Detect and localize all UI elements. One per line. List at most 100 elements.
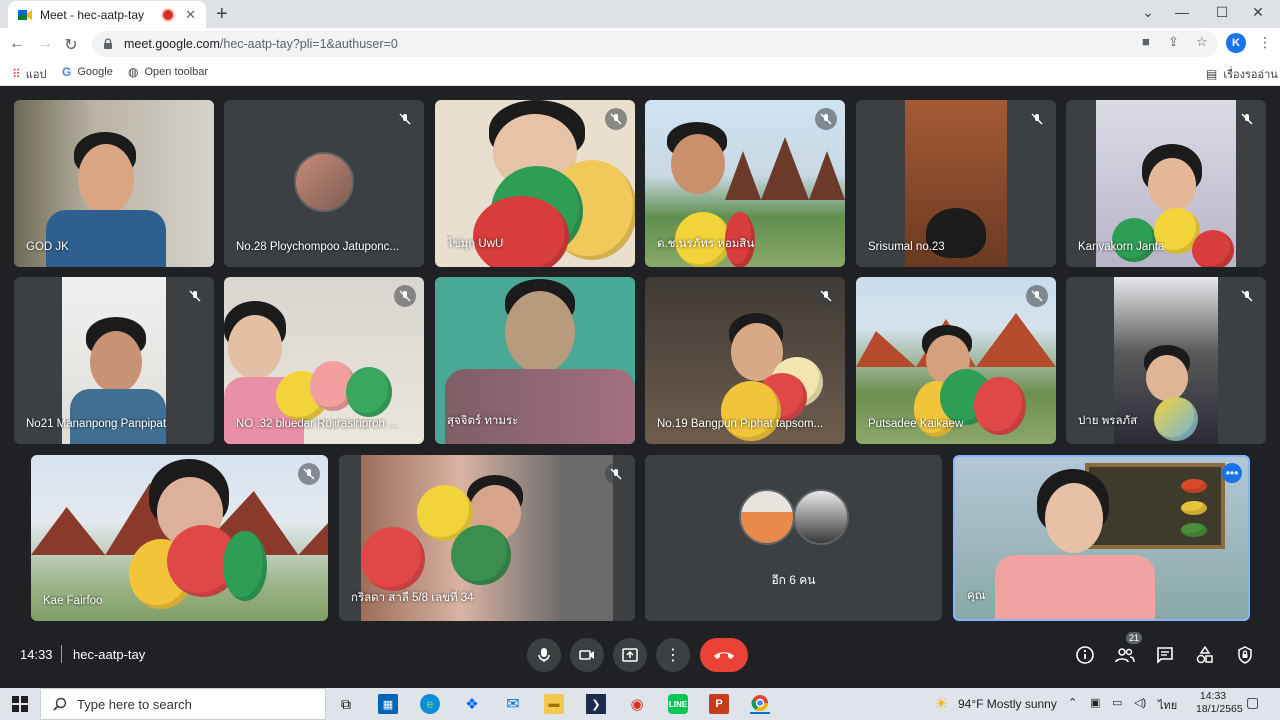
- leave-call-button[interactable]: [700, 638, 748, 672]
- browser-tab-meet[interactable]: Meet - hec-aatp-tay ✕: [8, 1, 206, 28]
- participant-avatar: [294, 152, 354, 212]
- video-feed-detail: [725, 137, 845, 200]
- file-explorer-app[interactable]: ▬: [544, 694, 564, 714]
- video-feed-detail: [1154, 397, 1198, 441]
- video-feed-detail: [70, 389, 166, 444]
- minimize-icon[interactable]: —: [1172, 4, 1192, 20]
- input-language[interactable]: ไทย: [1158, 696, 1177, 714]
- start-button[interactable]: [10, 694, 30, 714]
- task-view-icon: ⧉: [341, 695, 351, 712]
- tab-search-icon[interactable]: ⌄: [1138, 4, 1158, 21]
- bookmark-star-icon[interactable]: ☆: [1196, 34, 1208, 50]
- participant-name: ปาย พรลภัส: [1078, 415, 1138, 427]
- reload-icon[interactable]: ↻: [62, 35, 80, 55]
- activities-button[interactable]: [1194, 644, 1216, 666]
- battery-icon[interactable]: ▭: [1112, 696, 1122, 709]
- tray-expand-icon[interactable]: ⌃: [1068, 696, 1077, 709]
- close-window-icon[interactable]: ✕: [1248, 4, 1268, 21]
- store-icon: ▦: [382, 698, 394, 711]
- bookmark-open-toolbar[interactable]: ◍ Open toolbar: [128, 65, 208, 79]
- participant-name: คุณ: [967, 590, 986, 602]
- new-tab-icon[interactable]: +: [216, 3, 228, 26]
- participant-tile[interactable]: Srisumal no.23: [856, 100, 1056, 267]
- share-icon[interactable]: ⇪: [1168, 34, 1179, 50]
- activities-icon: [1196, 646, 1213, 664]
- video-feed-detail: [78, 144, 134, 214]
- record-app[interactable]: ◉: [627, 694, 647, 714]
- participant-tile[interactable]: NO .32 bluedar Rujirasiripron ...: [224, 277, 424, 444]
- participant-tile[interactable]: ด.ช.นรภัทร หอมสิน: [645, 100, 845, 267]
- video-feed-detail: [974, 377, 1026, 435]
- participant-avatar: [739, 489, 795, 545]
- dropbox-app[interactable]: ❖: [462, 694, 482, 714]
- mail-app[interactable]: ✉: [503, 694, 523, 714]
- camera-in-use-icon[interactable]: ■: [1142, 34, 1150, 49]
- network-icon[interactable]: ▣: [1090, 696, 1100, 709]
- participant-tile[interactable]: Kanyakorn Janta: [1066, 100, 1266, 267]
- divider: [61, 645, 62, 663]
- video-feed-detail: [671, 134, 725, 194]
- people-button[interactable]: [1114, 644, 1136, 666]
- reading-list[interactable]: ▤ เรื่องรออ่าน: [1206, 65, 1278, 83]
- edge-app[interactable]: e: [420, 694, 440, 714]
- taskbar-search-placeholder: Type here to search: [77, 696, 192, 712]
- participant-tile[interactable]: No.19 Bangpun Piphat tapsom...: [645, 277, 845, 444]
- maximize-icon[interactable]: ☐: [1212, 4, 1232, 21]
- chrome-app[interactable]: [750, 694, 770, 714]
- camera-button[interactable]: [570, 638, 604, 672]
- more-options-button[interactable]: ⋮: [656, 638, 690, 672]
- video-feed-detail: [473, 196, 569, 267]
- people-count-badge: 21: [1126, 632, 1142, 644]
- line-app[interactable]: LINE: [668, 694, 688, 714]
- weather-widget[interactable]: 94°F Mostly sunny: [958, 697, 1057, 711]
- present-screen-button[interactable]: [613, 638, 647, 672]
- notifications-icon[interactable]: ▢: [1246, 694, 1259, 711]
- participant-tile[interactable]: Kae Fairfoo: [31, 455, 328, 621]
- search-icon: [53, 697, 67, 711]
- more-participants-tile[interactable]: อีก 6 คน: [645, 455, 942, 621]
- microsoft-store-app[interactable]: ▦: [378, 694, 398, 714]
- volume-icon[interactable]: ◁): [1134, 696, 1146, 709]
- visual-studio-app[interactable]: ❯: [586, 694, 606, 714]
- google-icon: G: [62, 65, 72, 79]
- taskbar-clock[interactable]: 14:33 18/1/2565: [1196, 690, 1243, 716]
- video-feed-detail: [1181, 501, 1207, 515]
- forward-icon[interactable]: →: [36, 35, 54, 53]
- mic-muted-icon: [605, 108, 627, 130]
- powerpoint-app[interactable]: P: [709, 694, 729, 714]
- participant-tile[interactable]: Putsadee Kaikaew: [856, 277, 1056, 444]
- taskbar-search-box[interactable]: Type here to search: [40, 688, 326, 720]
- participant-name: Kae Fairfoo: [43, 595, 103, 607]
- more-options-icon[interactable]: •••: [1222, 463, 1242, 483]
- mic-muted-icon: [1236, 108, 1258, 130]
- browser-menu-icon[interactable]: ⋮: [1258, 34, 1272, 51]
- participant-tile[interactable]: ปาย พรลภัส: [1066, 277, 1266, 444]
- bookmarks-bar: ⠿ แอป G Google ◍ Open toolbar ▤ เรื่องรอ…: [0, 60, 1280, 86]
- participant-tile[interactable]: ไข่มุก UwU: [435, 100, 635, 267]
- meeting-details-button[interactable]: [1074, 644, 1096, 666]
- self-view-tile[interactable]: ••• คุณ: [953, 455, 1250, 621]
- chat-button[interactable]: [1154, 644, 1176, 666]
- end-call-icon: [714, 652, 734, 659]
- participant-tile[interactable]: สุจจิตร์ ทามระ: [435, 277, 635, 444]
- video-feed-detail: [995, 555, 1155, 619]
- people-icon: [1115, 648, 1135, 663]
- back-icon[interactable]: ←: [8, 35, 26, 53]
- camera-icon: [579, 650, 594, 660]
- profile-avatar[interactable]: K: [1226, 33, 1246, 53]
- task-view-button[interactable]: ⧉: [336, 694, 356, 714]
- host-controls-button[interactable]: [1234, 644, 1256, 666]
- url-input[interactable]: meet.google.com/hec-aatp-tay?pli=1&authu…: [92, 31, 1218, 57]
- bookmark-google[interactable]: G Google: [62, 65, 113, 79]
- info-icon: [1076, 646, 1094, 664]
- video-feed-detail: [445, 369, 635, 444]
- close-tab-icon[interactable]: ✕: [185, 7, 196, 23]
- bookmark-open-toolbar-label: Open toolbar: [144, 66, 209, 78]
- participant-tile[interactable]: No21 Mananpong Panpipat: [14, 277, 214, 444]
- present-screen-icon: [622, 648, 638, 662]
- participant-tile[interactable]: GOD JK: [14, 100, 214, 267]
- participant-tile[interactable]: No.28 Ploychompoo Jatuponc...: [224, 100, 424, 267]
- bookmark-apps[interactable]: ⠿ แอป: [12, 65, 46, 83]
- participant-tile[interactable]: กริลดา สาลี 5/8 เลขที่ 34: [339, 455, 635, 621]
- microphone-button[interactable]: [527, 638, 561, 672]
